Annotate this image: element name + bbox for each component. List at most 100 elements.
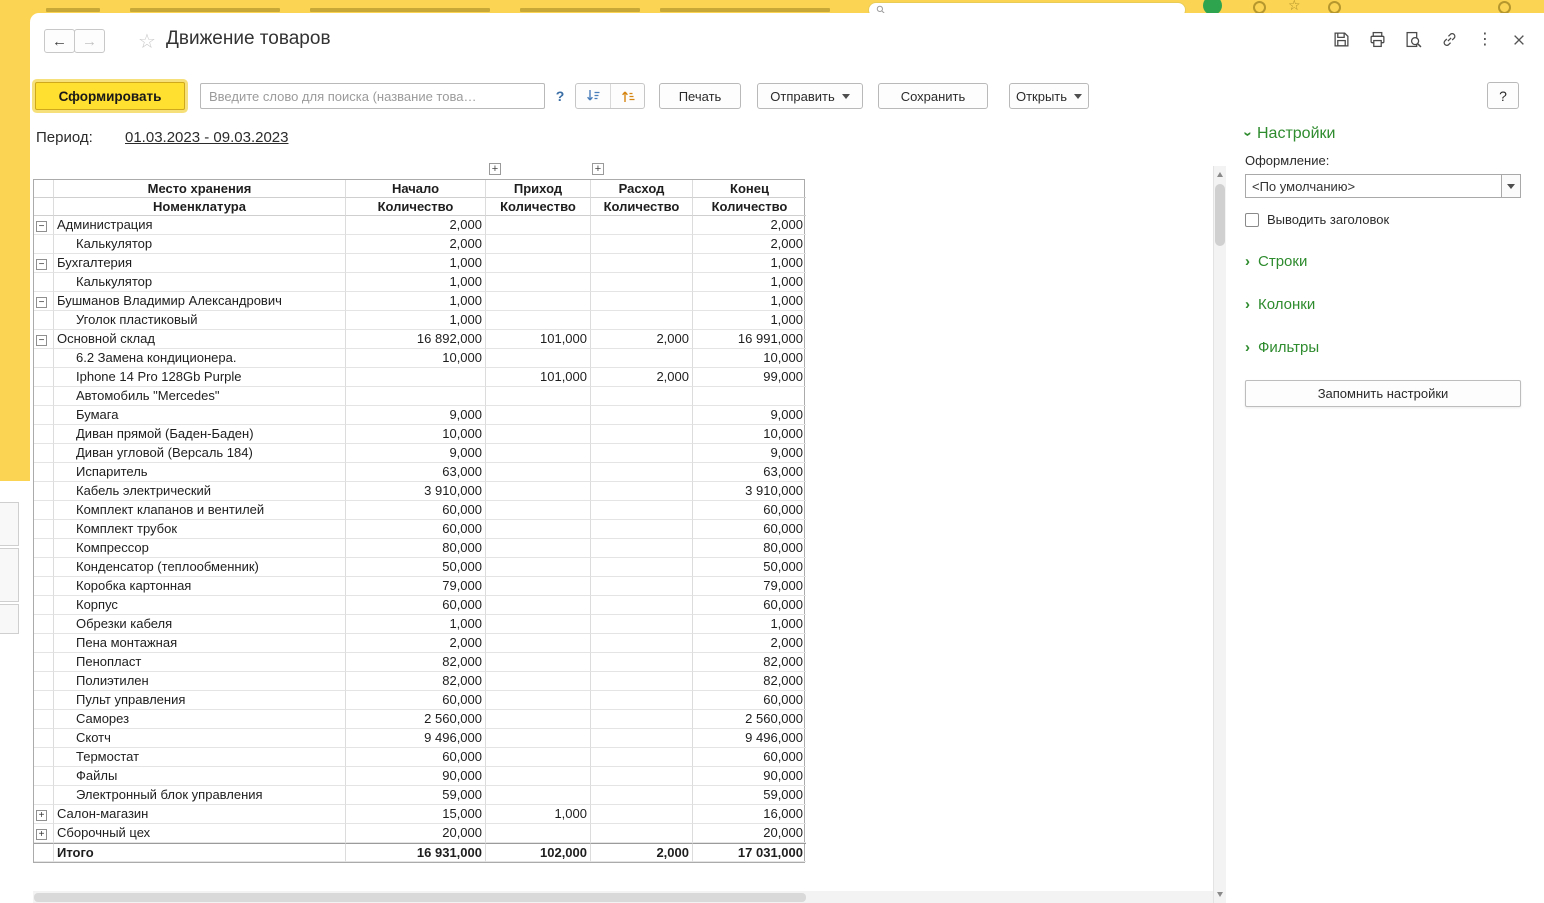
vertical-scrollbar[interactable] <box>1213 166 1226 903</box>
collapse-group-icon[interactable]: − <box>36 259 47 270</box>
select-dropdown-button[interactable] <box>1501 175 1520 197</box>
item-row[interactable]: Корпус60,00060,000 <box>34 596 804 615</box>
item-row[interactable]: Термостат60,00060,000 <box>34 748 804 767</box>
more-menu-icon[interactable]: ⋮ <box>1477 32 1493 48</box>
row-value: 3 910,000 <box>346 482 486 501</box>
forward-arrow-icon[interactable]: → <box>74 29 105 53</box>
item-row[interactable]: Пенопласт82,00082,000 <box>34 653 804 672</box>
expand-column-rashod-icon[interactable]: + <box>592 163 604 175</box>
item-row[interactable]: Скотч9 496,0009 496,000 <box>34 729 804 748</box>
columns-section-header[interactable]: › Колонки <box>1245 296 1521 313</box>
group-row[interactable]: −Администрация2,0002,000 <box>34 216 804 235</box>
search-help-link[interactable]: ? <box>553 88 567 104</box>
item-row[interactable]: Испаритель63,00063,000 <box>34 463 804 482</box>
item-row[interactable]: Коробка картонная79,00079,000 <box>34 577 804 596</box>
item-row[interactable]: Комплект клапанов и вентилей60,00060,000 <box>34 501 804 520</box>
item-row[interactable]: Диван угловой (Версаль 184)9,0009,000 <box>34 444 804 463</box>
item-row[interactable]: Калькулятор1,0001,000 <box>34 273 804 292</box>
scroll-up-icon[interactable] <box>1217 172 1223 177</box>
item-row[interactable]: Бумага9,0009,000 <box>34 406 804 425</box>
item-row[interactable]: Пульт управления60,00060,000 <box>34 691 804 710</box>
collapse-group-icon[interactable]: − <box>36 221 47 232</box>
history-icon[interactable] <box>1253 1 1266 13</box>
favorite-star-icon[interactable]: ☆ <box>138 29 156 54</box>
collapsed-panel-tab[interactable] <box>0 502 19 546</box>
group-row[interactable]: +Сборочный цех20,00020,000 <box>34 824 804 843</box>
user-menu-icon[interactable] <box>1498 1 1511 13</box>
appearance-select[interactable]: <По умолчанию> <box>1245 174 1521 198</box>
expand-group-icon[interactable]: + <box>36 829 47 840</box>
green-badge-icon[interactable] <box>1203 0 1222 13</box>
filters-section-header[interactable]: › Фильтры <box>1245 339 1521 356</box>
item-row[interactable]: Автомобиль "Mercedes" <box>34 387 804 406</box>
item-row[interactable]: Диван прямой (Баден-Баден)10,00010,000 <box>34 425 804 444</box>
row-value <box>591 672 693 691</box>
back-arrow-icon[interactable]: ← <box>44 29 75 53</box>
collapsed-panel-tab[interactable] <box>0 548 19 602</box>
rows-section-header[interactable]: › Строки <box>1245 253 1521 270</box>
get-link-icon[interactable] <box>1441 31 1458 48</box>
row-value: 16 931,000 <box>346 843 486 862</box>
search-input[interactable] <box>200 83 545 109</box>
help-button[interactable]: ? <box>1487 82 1519 109</box>
item-row[interactable]: Полиэтилен82,00082,000 <box>34 672 804 691</box>
row-label: Диван прямой (Баден-Баден) <box>54 425 346 444</box>
print-preview-icon[interactable] <box>1405 31 1422 48</box>
generate-button[interactable]: Сформировать <box>35 82 185 110</box>
row-value: 2,000 <box>693 216 806 235</box>
open-button[interactable]: Открыть <box>1009 83 1089 109</box>
row-value <box>591 444 693 463</box>
close-icon[interactable] <box>1512 33 1526 47</box>
expand-column-prihod-icon[interactable]: + <box>489 163 501 175</box>
item-row[interactable]: Обрезки кабеля1,0001,000 <box>34 615 804 634</box>
row-value <box>591 824 693 843</box>
save-button[interactable]: Сохранить <box>878 83 988 109</box>
support-icon[interactable] <box>1328 1 1341 13</box>
period-link[interactable]: 01.03.2023 - 09.03.2023 <box>125 129 288 146</box>
item-row[interactable]: Iphone 14 Pro 128Gb Purple101,0002,00099… <box>34 368 804 387</box>
sort-ascending-icon[interactable] <box>610 84 644 108</box>
global-search-input[interactable] <box>868 2 1186 13</box>
row-value: 9 496,000 <box>346 729 486 748</box>
item-row[interactable]: 6.2 Замена кондиционера.10,00010,000 <box>34 349 804 368</box>
header-prihod: Приход <box>486 180 591 198</box>
expand-group-icon[interactable]: + <box>36 810 47 821</box>
item-row[interactable]: Пена монтажная2,0002,000 <box>34 634 804 653</box>
group-row[interactable]: +Салон-магазин15,0001,00016,000 <box>34 805 804 824</box>
show-header-checkbox[interactable] <box>1245 213 1259 227</box>
group-row[interactable]: −Бушманов Владимир Александрович1,0001,0… <box>34 292 804 311</box>
item-row[interactable]: Конденсатор (теплообменник)50,00050,000 <box>34 558 804 577</box>
group-row[interactable]: −Основной склад16 892,000101,0002,00016 … <box>34 330 804 349</box>
group-row[interactable]: −Бухгалтерия1,0001,000 <box>34 254 804 273</box>
save-floppy-icon[interactable] <box>1333 31 1350 48</box>
print-icon[interactable] <box>1369 31 1386 48</box>
app-top-bar: ☆ <box>0 0 1544 13</box>
row-value: 9 496,000 <box>693 729 806 748</box>
send-button[interactable]: Отправить <box>757 83 863 109</box>
item-row[interactable]: Уголок пластиковый1,0001,000 <box>34 311 804 330</box>
row-gutter <box>34 748 54 767</box>
item-row[interactable]: Комплект трубок60,00060,000 <box>34 520 804 539</box>
scroll-down-icon[interactable] <box>1217 892 1223 897</box>
settings-section-header[interactable]: › Настройки <box>1245 125 1521 143</box>
favorites-star-icon[interactable]: ☆ <box>1288 0 1301 13</box>
item-row[interactable]: Калькулятор2,0002,000 <box>34 235 804 254</box>
item-row[interactable]: Кабель электрический3 910,0003 910,000 <box>34 482 804 501</box>
horizontal-scrollbar[interactable] <box>33 891 1213 903</box>
item-row[interactable]: Электронный блок управления59,00059,000 <box>34 786 804 805</box>
row-gutter <box>34 691 54 710</box>
collapse-group-icon[interactable]: − <box>36 335 47 346</box>
item-row[interactable]: Компрессор80,00080,000 <box>34 539 804 558</box>
collapsed-panel-tab[interactable] <box>0 604 19 634</box>
print-button[interactable]: Печать <box>659 83 741 109</box>
collapse-group-icon[interactable]: − <box>36 297 47 308</box>
row-gutter: − <box>34 292 54 311</box>
total-row[interactable]: Итого16 931,000102,0002,00017 031,000 <box>34 843 804 862</box>
row-value <box>486 710 591 729</box>
item-row[interactable]: Файлы90,00090,000 <box>34 767 804 786</box>
horizontal-scroll-thumb[interactable] <box>34 893 806 902</box>
remember-settings-button[interactable]: Запомнить настройки <box>1245 380 1521 407</box>
sort-descending-icon[interactable] <box>576 84 610 108</box>
vertical-scroll-thumb[interactable] <box>1215 184 1225 246</box>
item-row[interactable]: Саморез2 560,0002 560,000 <box>34 710 804 729</box>
